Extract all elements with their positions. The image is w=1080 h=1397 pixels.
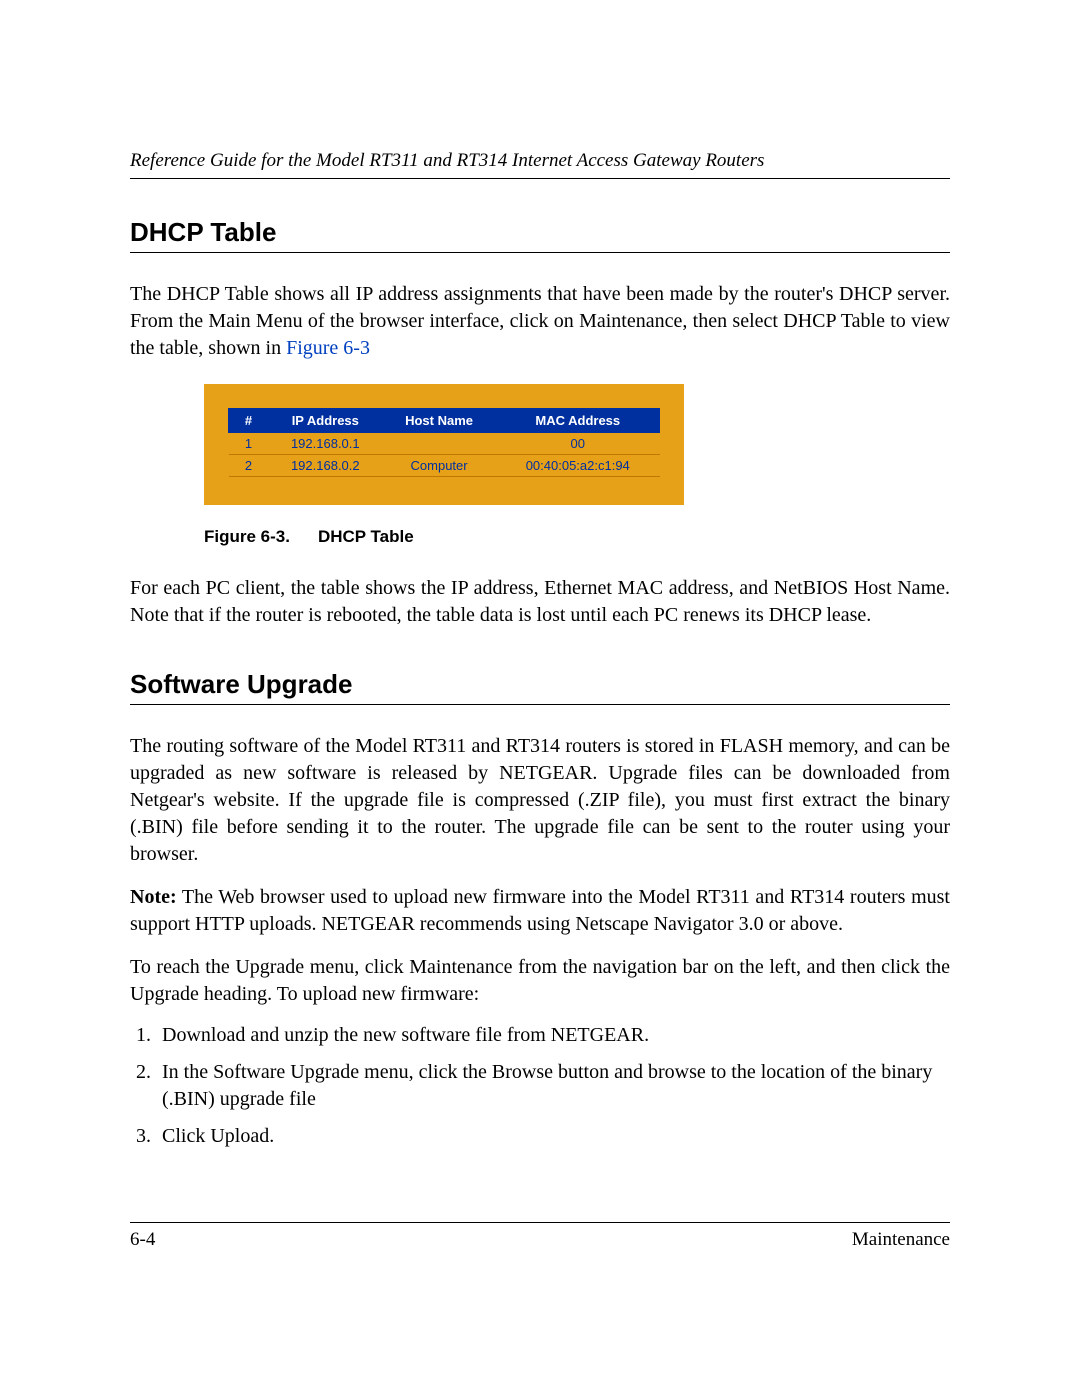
upgrade-note: Note: The Web browser used to upload new… xyxy=(130,884,950,938)
figure-caption: Figure 6-3. DHCP Table xyxy=(204,527,950,547)
figure-caption-label: Figure 6-3. xyxy=(204,527,290,546)
running-header: Reference Guide for the Model RT311 and … xyxy=(130,150,950,179)
col-host-name: Host Name xyxy=(382,409,496,433)
dhcp-table-panel: # IP Address Host Name MAC Address 1 192… xyxy=(204,384,684,505)
note-text: The Web browser used to upload new firmw… xyxy=(130,886,950,935)
page-number: 6-4 xyxy=(130,1229,155,1251)
dhcp-paragraph-1: The DHCP Table shows all IP address assi… xyxy=(130,281,950,362)
dhcp-para1-text: The DHCP Table shows all IP address assi… xyxy=(130,283,950,359)
cell-host: Computer xyxy=(382,455,496,477)
note-label: Note: xyxy=(130,886,177,908)
col-ip-address: IP Address xyxy=(269,409,383,433)
cell-ip: 192.168.0.2 xyxy=(269,455,383,477)
list-item: In the Software Upgrade menu, click the … xyxy=(156,1059,950,1113)
list-item: Download and unzip the new software file… xyxy=(156,1022,950,1049)
upgrade-steps: Download and unzip the new software file… xyxy=(130,1022,950,1150)
cell-index: 1 xyxy=(229,433,269,455)
footer-section: Maintenance xyxy=(852,1229,950,1251)
dhcp-table-header-row: # IP Address Host Name MAC Address xyxy=(229,409,660,433)
col-mac-address: MAC Address xyxy=(496,409,659,433)
table-row: 1 192.168.0.1 00 xyxy=(229,433,660,455)
dhcp-table: # IP Address Host Name MAC Address 1 192… xyxy=(228,408,660,477)
upgrade-paragraph-1: The routing software of the Model RT311 … xyxy=(130,733,950,868)
cell-mac: 00 xyxy=(496,433,659,455)
list-item: Click Upload. xyxy=(156,1123,950,1150)
dhcp-paragraph-2: For each PC client, the table shows the … xyxy=(130,575,950,629)
figure-6-3: # IP Address Host Name MAC Address 1 192… xyxy=(204,384,950,547)
figure-6-3-link[interactable]: Figure 6-3 xyxy=(286,337,370,359)
heading-software-upgrade: Software Upgrade xyxy=(130,669,950,705)
cell-index: 2 xyxy=(229,455,269,477)
cell-mac: 00:40:05:a2:c1:94 xyxy=(496,455,659,477)
cell-ip: 192.168.0.1 xyxy=(269,433,383,455)
upgrade-paragraph-2: To reach the Upgrade menu, click Mainten… xyxy=(130,954,950,1008)
cell-host xyxy=(382,433,496,455)
table-row: 2 192.168.0.2 Computer 00:40:05:a2:c1:94 xyxy=(229,455,660,477)
page-footer: 6-4 Maintenance xyxy=(130,1222,950,1251)
figure-caption-title: DHCP Table xyxy=(318,527,414,546)
heading-dhcp-table: DHCP Table xyxy=(130,217,950,253)
col-index: # xyxy=(229,409,269,433)
